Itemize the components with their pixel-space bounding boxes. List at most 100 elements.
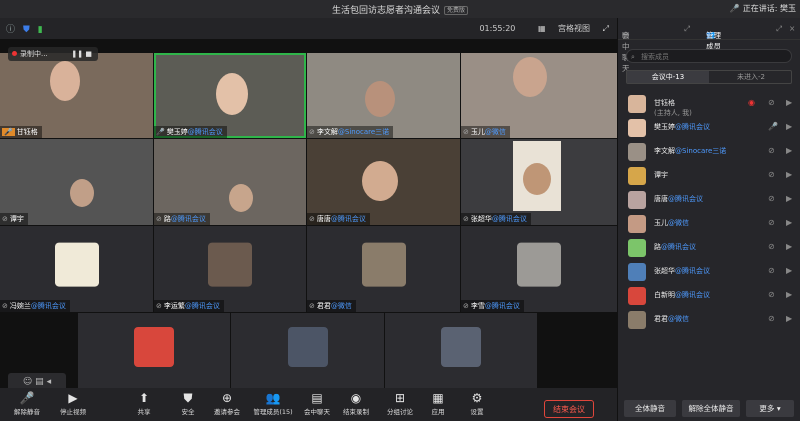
panel-actions: 全体静音 解除全体静音 更多 ▾ [618,396,800,421]
info-icon[interactable]: ⓘ [6,25,15,35]
video-icon[interactable]: ▶ [786,290,792,299]
panel-tabs: ▤ 会中聊天 ⤢ 👥 管理成员(15) ⤢ × [618,18,800,73]
more-button[interactable]: 更多 ▾ [746,400,794,417]
tab-not-joined[interactable]: 未进入-2 [710,71,792,83]
video-tile[interactable]: ⊘ 李文解@Sinocare三诺 [307,53,460,138]
video-icon[interactable]: ▶ [786,194,792,203]
avatar [628,287,646,305]
list-item[interactable]: 玉儿@微信 ⊘ ▶ [618,212,800,236]
video-tile[interactable] [385,313,537,388]
manage-members-button[interactable]: 👥 管理成员(15) [250,391,296,416]
unmute-button[interactable]: 🎤 解除静音 [8,391,46,416]
search-icon: ⌕ [631,53,635,61]
tab-in-meeting[interactable]: 会议中-13 [627,71,709,83]
mic-muted-icon[interactable]: ⊘ [768,98,775,107]
tile-label: ⊘ 李文解@Sinocare三诺 [307,126,394,138]
list-item[interactable]: 甘钰格 (主持人, 我) ◉ ⊘ ▶ [618,92,800,117]
mic-muted-icon[interactable]: ⊘ [768,194,775,203]
video-tile[interactable] [78,313,230,388]
settings-button[interactable]: ⚙ 设置 [458,391,496,416]
stop-video-button[interactable]: ▶ 停止视频 [54,391,92,416]
chat-button[interactable]: ▤ 会中聊天 [298,391,336,416]
video-icon[interactable]: ▶ [786,314,792,323]
mic-muted-icon[interactable]: ⊘ [768,266,775,275]
tile-label: 🎤 甘钰格 [0,126,42,138]
mute-all-button[interactable]: 全体静音 [624,400,676,417]
mic-muted-icon[interactable]: ⊘ [768,170,775,179]
mic-icon: 🎤 [2,128,15,136]
video-tile[interactable] [231,313,384,388]
list-item[interactable]: 白新明@腾讯会议 ⊘ ▶ [618,284,800,308]
end-meeting-button[interactable]: 结束会议 [544,400,594,418]
share-button[interactable]: ⬆ 共享 [125,391,163,416]
mic-muted-icon[interactable]: ⊘ [768,242,775,251]
video-tile[interactable]: ⊘ 李运繁@腾讯会议 [154,226,306,312]
emoji-icon[interactable]: ☺ [23,377,32,387]
video-tile[interactable]: ⊘ 君君@微信 [307,226,460,312]
mic-muted-icon[interactable]: ⊘ [768,290,775,299]
video-tile[interactable]: ⊘ 李雪@腾讯会议 [461,226,617,312]
tile-label: ⊘ 唐唐@腾讯会议 [307,213,370,225]
list-item[interactable]: 李文解@Sinocare三诺 ⊘ ▶ [618,140,800,164]
participant-video [365,81,395,117]
breakout-button[interactable]: ⊞ 分组讨论 [381,391,419,416]
video-icon[interactable]: ▶ [786,146,792,155]
list-item[interactable]: 张超华@腾讯会议 ⊘ ▶ [618,260,800,284]
apps-button[interactable]: ▦ 应用 [419,391,457,416]
pause-icon[interactable]: ❚❚ [71,50,83,58]
video-tile[interactable]: ⊘ 路@腾讯会议 [154,139,306,225]
fullscreen-icon[interactable]: ⤢ [603,24,609,33]
collapse-icon[interactable]: ◂ [47,377,52,387]
video-tile[interactable]: 🎤 甘钰格 [0,53,153,138]
video-tile[interactable]: ⊘ 张超华@腾讯会议 [461,139,617,225]
mic-muted-icon[interactable]: ⊘ [768,146,775,155]
avatar [134,326,174,367]
stop-recording-button[interactable]: ◉ 结束录制 [337,391,375,416]
mic-muted-icon: ⊘ [463,128,469,136]
invite-button[interactable]: ⊕ 邀请参会 [208,391,246,416]
gear-icon: ⚙ [471,391,483,405]
view-mode-button[interactable]: ▦ 宫格视图 [528,24,590,33]
list-item[interactable]: 唐唐@腾讯会议 ⊘ ▶ [618,188,800,212]
stop-icon[interactable]: ■ [85,50,92,58]
video-icon[interactable]: ▶ [786,266,792,275]
shield-icon[interactable]: ⛊ [23,25,30,35]
avatar [54,242,99,287]
tile-label: ⊘ 路@腾讯会议 [154,213,210,225]
avatar [628,167,646,185]
unmute-all-button[interactable]: 解除全体静音 [682,400,740,417]
breakout-icon: ⊞ [394,391,406,405]
mic-icon[interactable]: 🎤 [768,122,778,131]
close-icon[interactable]: × [789,24,795,33]
video-icon[interactable]: ▶ [786,242,792,251]
recording-icon: ◉ [748,98,755,107]
video-icon[interactable]: ▶ [786,218,792,227]
list-item[interactable]: 谭宇 ⊘ ▶ [618,164,800,188]
mic-muted-icon[interactable]: ⊘ [768,314,775,323]
message-icon[interactable]: ▤ [35,377,44,387]
security-button[interactable]: ⛊ 安全 [169,391,207,416]
list-item[interactable]: 樊玉婷@腾讯会议 🎤 ▶ [618,116,800,140]
video-tile[interactable]: ⊘ 玉儿@微信 [461,53,617,138]
plan-badge: 免费版 [444,6,469,15]
avatar [517,242,561,287]
video-tile[interactable]: ⊘ 唐唐@腾讯会议 [307,139,460,225]
mic-muted-icon[interactable]: ⊘ [768,218,775,227]
video-icon[interactable]: ▶ [786,122,792,131]
video-tile[interactable]: ⊘ 冯婉兰@腾讯会议 [0,226,153,312]
avatar [628,143,646,161]
video-tile[interactable]: ⊘ 谭宇 [0,139,153,225]
phone-avatar-icon [441,326,481,367]
video-tile[interactable]: 🎤 樊玉婷@腾讯会议 [154,53,306,138]
video-icon[interactable]: ▶ [786,98,792,107]
video-icon[interactable]: ▶ [786,170,792,179]
avatar [208,242,252,287]
participant-video [70,179,94,207]
participant-video [362,161,398,201]
popout-icon[interactable]: ⤢ [684,24,690,34]
mic-muted-icon: ⊘ [156,215,162,223]
member-search-input[interactable]: ⌕ 搜索成员 [626,49,792,63]
list-item[interactable]: 君君@微信 ⊘ ▶ [618,308,800,332]
popout-icon[interactable]: ⤢ [776,24,782,34]
list-item[interactable]: 路@腾讯会议 ⊘ ▶ [618,236,800,260]
